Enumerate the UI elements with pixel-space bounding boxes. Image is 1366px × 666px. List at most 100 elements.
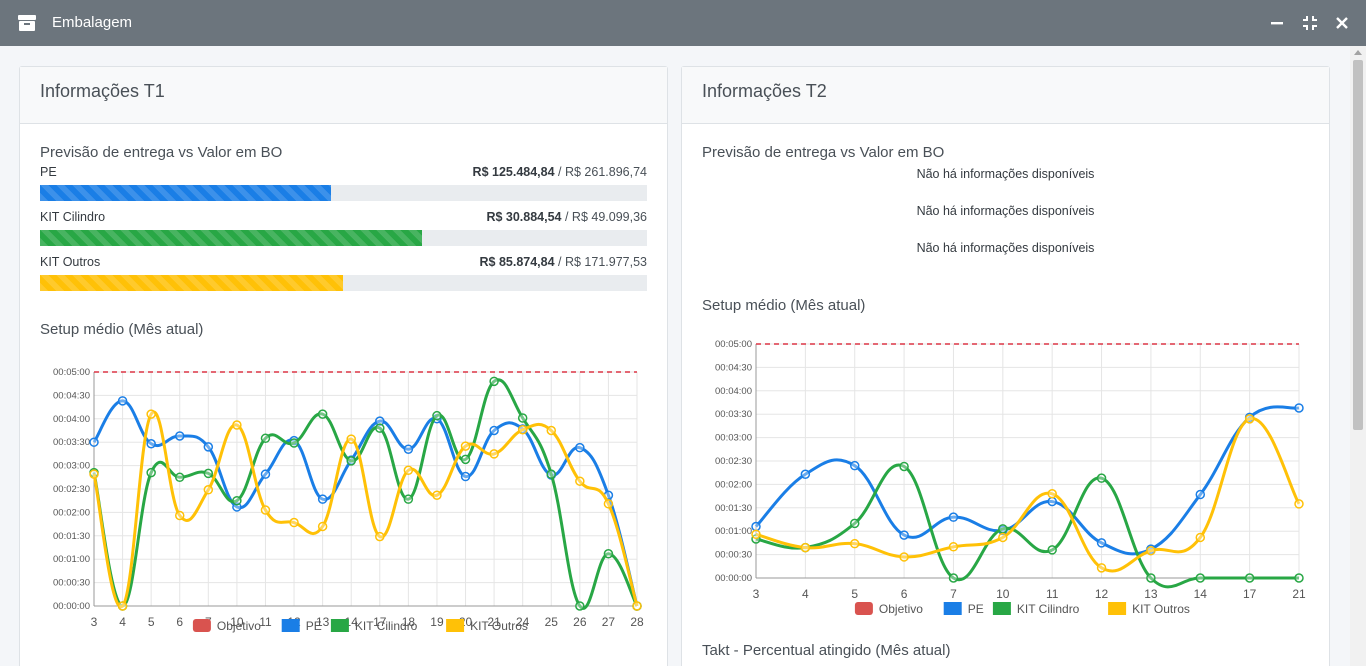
y-tick-label: 00:02:30: [715, 456, 752, 467]
data-point: [1294, 573, 1304, 583]
x-tick-label: 7: [950, 587, 957, 601]
progress-amount: R$ 30.884,54 / R$ 49.099,36: [486, 210, 647, 224]
data-point: [1047, 545, 1057, 555]
legend-label: Objetivo: [217, 619, 261, 633]
no-info-text: Não há informações disponíveis: [916, 167, 1095, 181]
box-icon: [18, 15, 36, 31]
data-point: [800, 542, 811, 553]
data-point: [289, 517, 299, 528]
data-point: [849, 518, 860, 529]
y-tick-label: 00:03:00: [715, 433, 752, 444]
t2-setup-title: Setup médio (Mês atual): [702, 297, 866, 314]
x-tick-label: 26: [573, 615, 587, 629]
data-point: [1294, 403, 1304, 413]
progress-label: KIT Outros: [40, 255, 101, 269]
data-point: [375, 531, 385, 542]
data-point: [603, 499, 614, 509]
compress-icon: [1303, 16, 1317, 30]
data-point: [1047, 489, 1057, 499]
y-tick-label: 00:03:30: [715, 409, 752, 420]
legend-swatch: [192, 619, 211, 632]
series-line: [755, 417, 1301, 573]
data-point: [1195, 573, 1206, 583]
scrollbar-thumb[interactable]: [1353, 60, 1363, 430]
data-point: [489, 425, 499, 436]
y-tick-label: 00:04:00: [53, 414, 90, 425]
legend-swatch: [330, 619, 349, 632]
data-point: [232, 420, 242, 430]
progress-amount: R$ 125.484,84 / R$ 261.896,74: [473, 165, 647, 179]
progress-fill: [40, 185, 331, 201]
data-point: [575, 601, 585, 611]
legend-swatch: [1108, 602, 1127, 615]
x-tick-label: 25: [545, 615, 559, 629]
t2-forecast-title: Previsão de entrega vs Valor em BO: [702, 144, 945, 161]
y-tick-label: 00:02:00: [715, 479, 752, 490]
close-button[interactable]: [1332, 13, 1352, 33]
x-tick-label: 6: [176, 615, 183, 629]
data-point: [899, 552, 909, 562]
data-point: [546, 469, 557, 479]
progress-total: / R$ 171.977,53: [554, 255, 647, 269]
data-point: [546, 425, 557, 436]
chart-legend: Objetivo PE KIT Cilindro KIT Outros: [192, 619, 528, 633]
y-tick-label: 00:04:30: [53, 390, 90, 401]
x-tick-label: 4: [119, 615, 126, 629]
data-point: [432, 410, 442, 421]
t1-forecast-title: Previsão de entrega vs Valor em BO: [40, 144, 283, 161]
data-point: [1244, 573, 1255, 583]
data-point: [460, 441, 471, 451]
y-tick-label: 00:04:30: [715, 362, 752, 373]
chart-plot: 00:00:00 00:00:30 00:01:00 00:01:30 00:02:00…: [715, 339, 1306, 601]
data-point: [1096, 538, 1107, 548]
legend-label: KIT Cilindro: [355, 619, 418, 633]
data-point: [948, 573, 959, 583]
x-tick-label: 28: [630, 615, 644, 629]
data-point: [260, 469, 271, 479]
data-point: [751, 529, 761, 540]
y-tick-label: 00:00:00: [715, 573, 752, 584]
scroll-up-icon[interactable]: [1354, 50, 1362, 55]
setup-chart-svg: 00:00:00 00:00:30 00:01:00 00:01:30 00:02:00…: [715, 339, 1306, 616]
y-tick-label: 00:02:00: [53, 507, 90, 518]
x-tick-label: 5: [148, 615, 155, 629]
vertical-scrollbar[interactable]: [1350, 46, 1366, 666]
data-point: [289, 438, 299, 448]
progress-amount: R$ 85.874,84 / R$ 171.977,53: [480, 255, 648, 269]
x-tick-label: 11: [259, 615, 272, 629]
data-point: [460, 454, 471, 465]
close-icon: [1336, 17, 1348, 29]
x-tick-label: 6: [901, 587, 908, 601]
data-point: [203, 485, 214, 495]
legend-swatch: [943, 602, 962, 615]
data-point: [117, 396, 128, 406]
y-tick-label: 00:03:30: [53, 437, 90, 448]
data-point: [89, 437, 99, 447]
card-t2-title: Informações T2: [702, 81, 827, 101]
data-point: [948, 512, 959, 522]
x-tick-label: 14: [1194, 587, 1208, 601]
minimize-button[interactable]: [1267, 13, 1287, 33]
y-tick-label: 00:01:30: [53, 531, 90, 542]
no-info-text: Não há informações disponíveis: [916, 241, 1095, 255]
y-tick-label: 00:05:00: [715, 339, 752, 350]
y-tick-label: 00:00:30: [53, 578, 90, 589]
window-titlebar: Embalagem: [0, 0, 1366, 46]
data-point: [603, 548, 614, 559]
progress-track: [40, 275, 647, 291]
compress-button[interactable]: [1300, 13, 1320, 33]
t2-setup-chart: 00:00:00 00:00:30 00:01:00 00:01:30 00:02:00…: [702, 319, 1309, 621]
chart-plot: 00:00:00 00:00:30 00:01:00 00:01:30 00:02:00…: [53, 367, 644, 629]
data-point: [117, 601, 128, 611]
data-point: [489, 449, 499, 459]
x-tick-label: 13: [1144, 587, 1158, 601]
data-point: [232, 495, 242, 506]
data-point: [146, 467, 156, 478]
data-point: [800, 469, 811, 480]
x-tick-label: 12: [1095, 587, 1109, 601]
y-tick-label: 00:01:00: [53, 554, 90, 565]
data-point: [174, 431, 185, 441]
series-line: [754, 405, 1300, 556]
progress-label: PE: [40, 165, 57, 179]
data-point: [1195, 489, 1206, 500]
